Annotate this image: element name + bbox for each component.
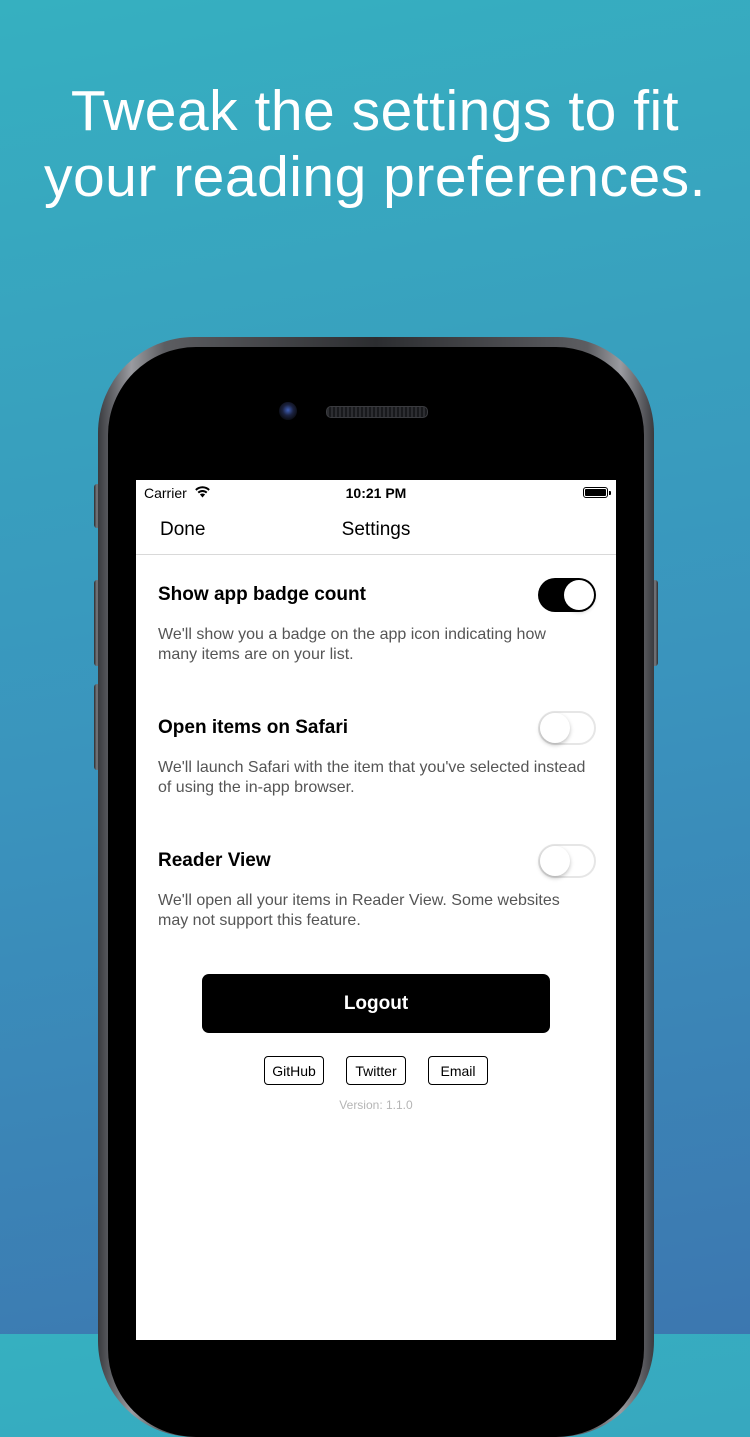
twitter-link-button[interactable]: Twitter: [346, 1056, 406, 1085]
social-links: GitHub Twitter Email: [136, 1056, 616, 1086]
app-screen: Carrier 10:21 PM Done Settings Show app …: [136, 480, 616, 1340]
toggle-knob: [540, 846, 570, 876]
logout-button[interactable]: Logout: [202, 974, 550, 1033]
status-time: 10:21 PM: [345, 485, 407, 501]
promo-headline: Tweak the settings to fit your reading p…: [0, 78, 750, 210]
promo-headline-line-2: your reading preferences.: [43, 145, 707, 209]
setting-title: Open items on Safari: [158, 717, 349, 738]
status-bar: Carrier 10:21 PM: [136, 480, 616, 506]
app-badge-count-toggle[interactable]: [538, 578, 596, 612]
email-link-button[interactable]: Email: [428, 1056, 488, 1085]
setting-description: We'll show you a badge on the app icon i…: [158, 626, 546, 663]
promo-headline-line-1: Tweak the settings to fit: [70, 79, 680, 143]
navigation-bar: Done Settings: [136, 506, 616, 555]
setting-description: We'll launch Safari with the item that y…: [158, 759, 586, 796]
setting-title: Show app badge count: [158, 584, 366, 605]
earpiece-speaker: [326, 406, 428, 418]
open-items-safari-toggle[interactable]: [538, 711, 596, 745]
page-title: Settings: [341, 519, 411, 540]
setting-description: We'll open all your items in Reader View…: [158, 892, 560, 929]
version-label: Version: 1.1.0: [339, 1098, 413, 1112]
reader-view-toggle[interactable]: [538, 844, 596, 878]
toggle-knob: [564, 580, 594, 610]
battery-icon: [583, 487, 611, 498]
front-camera-icon: [279, 402, 297, 420]
toggle-knob: [540, 713, 570, 743]
setting-title: Reader View: [158, 850, 271, 871]
github-link-button[interactable]: GitHub: [264, 1056, 324, 1085]
